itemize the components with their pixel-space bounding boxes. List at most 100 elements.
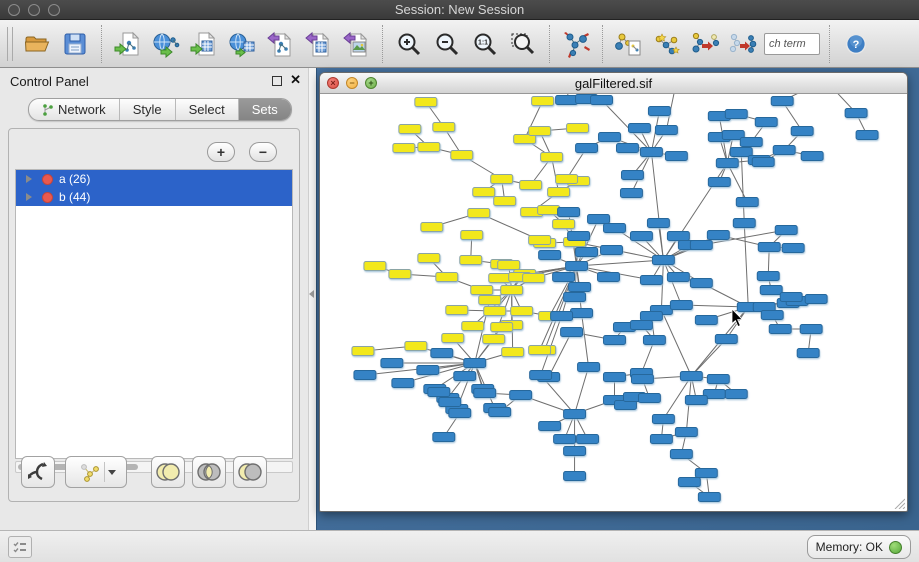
graph-node[interactable]	[780, 293, 802, 302]
graph-node[interactable]	[725, 390, 747, 399]
graph-node[interactable]	[708, 178, 730, 187]
graph-node[interactable]	[652, 256, 674, 265]
graph-node[interactable]	[640, 148, 662, 157]
graph-node[interactable]	[650, 435, 672, 444]
selection-to-network-button[interactable]	[688, 25, 722, 63]
graph-node[interactable]	[782, 244, 804, 253]
graph-node[interactable]	[856, 131, 878, 140]
export-network-button[interactable]	[263, 25, 297, 63]
graph-node[interactable]	[640, 312, 662, 321]
graph-node[interactable]	[845, 109, 867, 118]
graph-node[interactable]	[805, 295, 827, 304]
save-session-button[interactable]	[58, 25, 92, 63]
close-window-button[interactable]	[8, 4, 20, 16]
graph-node[interactable]	[421, 223, 443, 232]
graph-node[interactable]	[771, 97, 793, 106]
graph-node[interactable]	[725, 110, 747, 119]
list-item-set-a[interactable]: a (26)	[16, 170, 292, 188]
graph-node[interactable]	[716, 159, 738, 168]
graph-node[interactable]	[454, 372, 476, 381]
graph-node[interactable]	[389, 270, 411, 279]
graph-node[interactable]	[758, 243, 780, 252]
graph-node[interactable]	[538, 206, 560, 215]
graph-node[interactable]	[417, 366, 439, 375]
graph-node[interactable]	[695, 316, 717, 325]
tab-sets[interactable]: Sets	[239, 99, 291, 120]
graph-node[interactable]	[551, 312, 573, 321]
graph-node[interactable]	[529, 236, 551, 245]
graph-node[interactable]	[433, 433, 455, 442]
graph-node[interactable]	[415, 98, 437, 107]
venn-difference-button[interactable]	[233, 456, 267, 488]
graph-node[interactable]	[439, 398, 461, 407]
graph-node[interactable]	[449, 409, 471, 418]
graph-node[interactable]	[757, 272, 779, 281]
add-set-button[interactable]: +	[207, 142, 235, 162]
graph-node[interactable]	[598, 273, 620, 282]
graph-node[interactable]	[571, 309, 593, 318]
graph-node[interactable]	[473, 188, 495, 197]
export-image-button[interactable]	[339, 25, 373, 63]
graph-node[interactable]	[773, 146, 795, 155]
graph-node[interactable]	[761, 311, 783, 320]
graph-node[interactable]	[460, 256, 482, 265]
graph-node[interactable]	[588, 215, 610, 224]
float-panel-button[interactable]	[272, 76, 282, 86]
sets-list[interactable]: a (26) b (44)	[15, 169, 293, 459]
graph-node[interactable]	[752, 158, 774, 167]
graph-node[interactable]	[685, 396, 707, 405]
graph-node[interactable]	[561, 328, 583, 337]
graph-node[interactable]	[604, 373, 626, 382]
graph-node[interactable]	[479, 296, 501, 305]
graph-node[interactable]	[532, 97, 554, 106]
graph-node[interactable]	[556, 175, 578, 184]
graph-node[interactable]	[541, 153, 563, 162]
network-window-titlebar[interactable]: × − + galFiltered.sif	[320, 73, 907, 94]
venn-union-button[interactable]	[151, 456, 185, 488]
graph-node[interactable]	[791, 127, 813, 136]
graph-node[interactable]	[530, 371, 552, 380]
graph-node[interactable]	[471, 286, 493, 295]
graph-node[interactable]	[431, 349, 453, 358]
graph-node[interactable]	[566, 262, 588, 271]
graph-node[interactable]	[736, 198, 758, 207]
graph-node[interactable]	[733, 219, 755, 228]
graph-node[interactable]	[564, 472, 586, 481]
graph-node[interactable]	[558, 208, 580, 217]
graph-node[interactable]	[474, 389, 496, 398]
graph-node[interactable]	[554, 435, 576, 444]
graph-node[interactable]	[494, 197, 516, 206]
graph-node[interactable]	[647, 219, 669, 228]
graph-node[interactable]	[655, 126, 677, 135]
expand-caret-icon[interactable]	[26, 175, 32, 183]
graph-node[interactable]	[690, 279, 712, 288]
graph-node[interactable]	[648, 107, 670, 116]
zoom-window-button[interactable]	[48, 4, 60, 16]
graph-node[interactable]	[539, 422, 561, 431]
import-network-file-button[interactable]	[111, 25, 145, 63]
graph-node[interactable]	[604, 224, 626, 233]
zoom-out-button[interactable]	[430, 25, 464, 63]
graph-node[interactable]	[715, 335, 737, 344]
graph-node[interactable]	[553, 273, 575, 282]
graph-node[interactable]	[730, 148, 752, 157]
tab-network[interactable]: Network	[29, 99, 120, 120]
graph-node[interactable]	[680, 372, 702, 381]
graph-node[interactable]	[678, 478, 700, 487]
graph-node[interactable]	[640, 276, 662, 285]
graph-node[interactable]	[564, 410, 586, 419]
graph-node[interactable]	[489, 274, 511, 283]
graph-node[interactable]	[461, 231, 483, 240]
network-canvas[interactable]	[321, 94, 906, 510]
graph-node[interactable]	[393, 144, 415, 153]
import-table-web-button[interactable]	[225, 25, 259, 63]
collapse-panel-arrow-icon[interactable]	[309, 290, 314, 298]
graph-node[interactable]	[667, 232, 689, 241]
venn-intersection-button[interactable]	[192, 456, 226, 488]
graph-node[interactable]	[483, 335, 505, 344]
graph-node[interactable]	[354, 371, 376, 380]
import-network-web-button[interactable]	[149, 25, 183, 63]
graph-node[interactable]	[643, 336, 665, 345]
list-item-set-b[interactable]: b (44)	[16, 188, 292, 206]
graph-node[interactable]	[381, 359, 403, 368]
